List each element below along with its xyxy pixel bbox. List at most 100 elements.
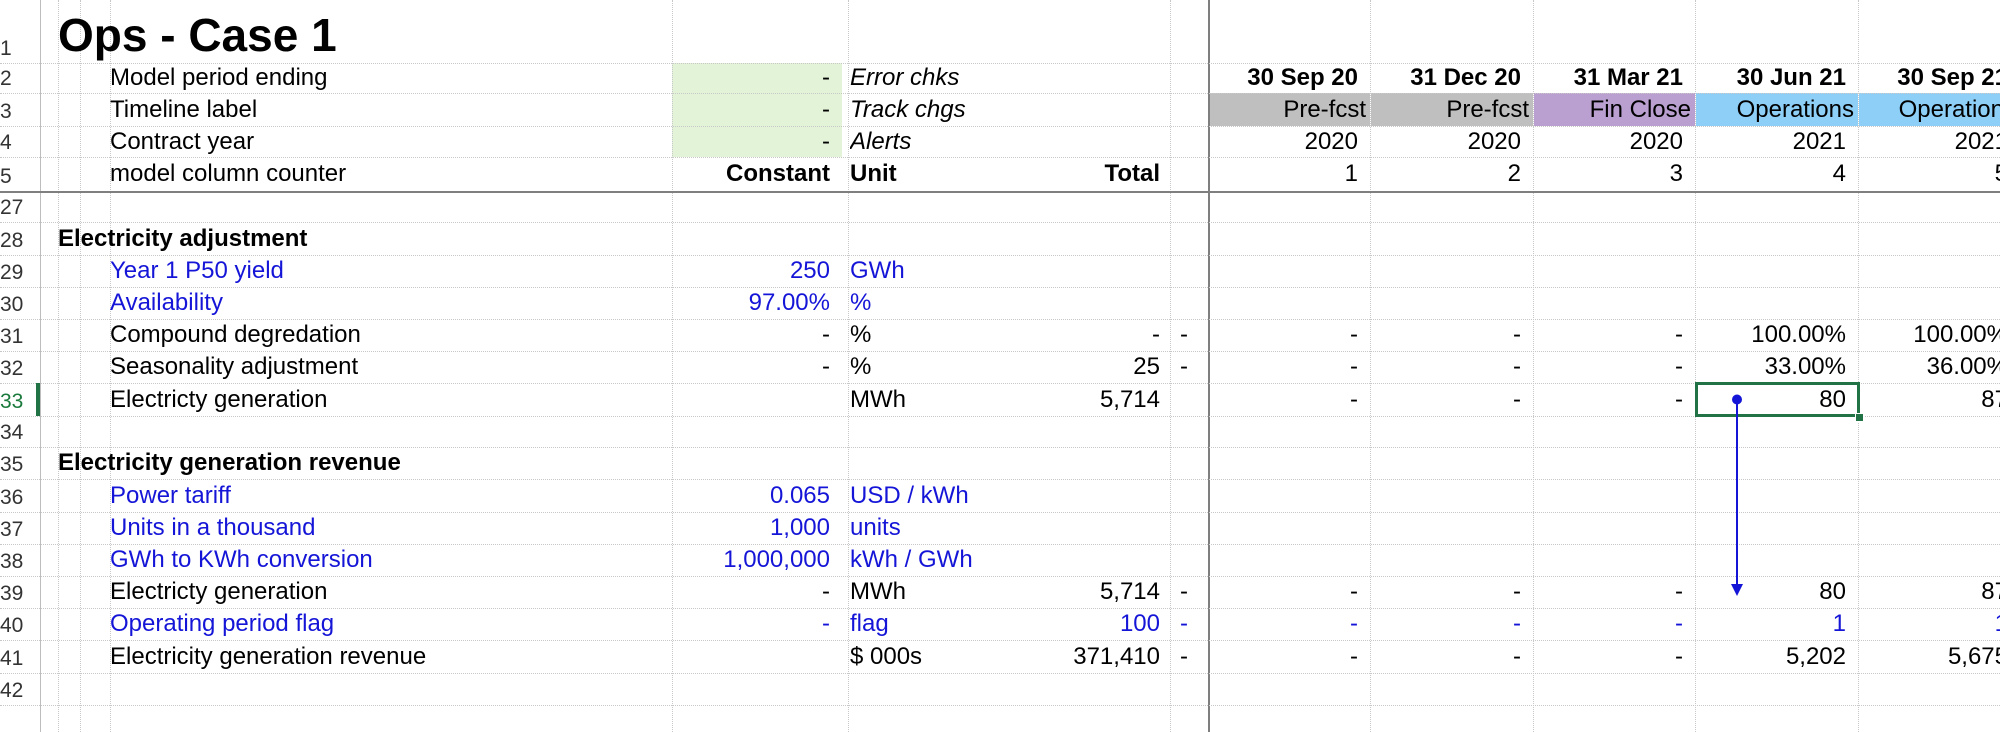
row-header[interactable]: 32	[0, 351, 40, 383]
model-period-ending-label[interactable]: Model period ending	[110, 63, 672, 93]
constant-value[interactable]: 250	[672, 255, 842, 287]
period-value[interactable]: -	[1370, 608, 1533, 640]
timeline-phase-label[interactable]: Fin Close	[1533, 93, 1695, 126]
section-heading-electricity-revenue[interactable]: Electricity generation revenue	[58, 447, 700, 479]
timeline-phase-label[interactable]: Pre-fcst	[1208, 93, 1370, 126]
timeline-phase-label[interactable]: Operations	[1695, 93, 1858, 126]
row-header[interactable]: 38	[0, 544, 40, 576]
period-value[interactable]: -	[1208, 351, 1370, 383]
constant-value[interactable]: -	[672, 608, 842, 640]
period-value[interactable]: -	[1208, 319, 1370, 351]
period-value[interactable]: -	[1533, 383, 1695, 416]
total-value[interactable]: 5,714	[1050, 576, 1170, 608]
timeline-label-label[interactable]: Timeline label	[110, 93, 672, 126]
period-value[interactable]: -	[1208, 383, 1370, 416]
unit-value[interactable]: kWh / GWh	[850, 544, 1170, 576]
period-date-header[interactable]: 30 Jun 21	[1695, 63, 1858, 93]
unit-value[interactable]: GWh	[850, 255, 1170, 287]
total-value[interactable]: 25	[1050, 351, 1170, 383]
constant-value[interactable]: 0.065	[672, 479, 842, 512]
contract-year-label[interactable]: Contract year	[110, 126, 672, 157]
header-dash-value[interactable]: -	[672, 126, 842, 157]
row-header[interactable]: 40	[0, 608, 40, 640]
constant-value[interactable]: 97.00%	[672, 287, 842, 319]
column-counter-value[interactable]: 1	[1208, 157, 1370, 191]
total-value[interactable]: 5,714	[1050, 383, 1170, 416]
period-value[interactable]: 1	[1858, 608, 2000, 640]
row-header[interactable]: 3	[0, 93, 40, 126]
row-label[interactable]: Compound degredation	[110, 319, 672, 351]
period-value[interactable]: -	[1370, 351, 1533, 383]
track-changes-label[interactable]: Track chgs	[850, 93, 1170, 126]
row-header[interactable]: 28	[0, 222, 40, 255]
constant-column-header[interactable]: Constant	[672, 157, 842, 191]
total-value[interactable]: -	[1050, 319, 1170, 351]
row-header[interactable]: 27	[0, 191, 40, 222]
period-value[interactable]: 36.00%	[1858, 351, 2000, 383]
contract-year-value[interactable]: 2020	[1533, 126, 1695, 157]
period-value[interactable]: -	[1208, 608, 1370, 640]
row-header[interactable]: 35	[0, 447, 40, 479]
row-header[interactable]: 37	[0, 512, 40, 544]
column-counter-value[interactable]: 4	[1695, 157, 1858, 191]
header-dash-value[interactable]: -	[672, 93, 842, 126]
total-value[interactable]: 100	[1050, 608, 1170, 640]
row-header[interactable]: 39	[0, 576, 40, 608]
constant-value[interactable]: -	[672, 576, 842, 608]
row-header[interactable]: 34	[0, 416, 40, 447]
selected-cell[interactable]	[1695, 382, 1860, 417]
row-label[interactable]: GWh to KWh conversion	[110, 544, 672, 576]
period-value[interactable]: -	[1533, 640, 1695, 673]
row-label[interactable]: Units in a thousand	[110, 512, 672, 544]
fill-handle[interactable]	[1855, 413, 1864, 422]
row-label[interactable]: Electricty generation	[110, 383, 672, 416]
row-header[interactable]: 41	[0, 640, 40, 673]
column-counter-value[interactable]: 5	[1858, 157, 2000, 191]
column-counter-value[interactable]: 2	[1370, 157, 1533, 191]
period-value[interactable]: 5,675	[1858, 640, 2000, 673]
alerts-label[interactable]: Alerts	[850, 126, 1170, 157]
constant-value[interactable]: -	[672, 319, 842, 351]
period-value[interactable]: 100.00%	[1695, 319, 1858, 351]
flag-value[interactable]: -	[1170, 640, 1208, 673]
row-label[interactable]: Availability	[110, 287, 672, 319]
period-value[interactable]: -	[1533, 351, 1695, 383]
contract-year-value[interactable]: 2021	[1858, 126, 2000, 157]
constant-value[interactable]: -	[672, 351, 842, 383]
timeline-phase-label[interactable]: Pre-fcst	[1370, 93, 1533, 126]
period-value[interactable]: -	[1208, 640, 1370, 673]
period-date-header[interactable]: 30 Sep 20	[1208, 63, 1370, 93]
period-value[interactable]: -	[1533, 576, 1695, 608]
contract-year-value[interactable]: 2020	[1208, 126, 1370, 157]
period-value[interactable]: 33.00%	[1695, 351, 1858, 383]
period-date-header[interactable]: 31 Mar 21	[1533, 63, 1695, 93]
row-label[interactable]: Year 1 P50 yield	[110, 255, 672, 287]
header-dash-value[interactable]: -	[672, 63, 842, 93]
total-value[interactable]: 371,410	[1050, 640, 1170, 673]
period-value[interactable]: -	[1370, 576, 1533, 608]
period-value[interactable]: 87	[1858, 576, 2000, 608]
row-label[interactable]: Electricty generation	[110, 576, 672, 608]
period-value[interactable]: -	[1370, 640, 1533, 673]
row-header[interactable]: 36	[0, 479, 40, 512]
row-header[interactable]: 2	[0, 63, 40, 93]
row-header[interactable]: 1	[0, 0, 40, 63]
row-label[interactable]: Operating period flag	[110, 608, 672, 640]
row-label[interactable]: Electricity generation revenue	[110, 640, 672, 673]
constant-value[interactable]: 1,000	[672, 512, 842, 544]
row-header[interactable]: 4	[0, 126, 40, 157]
period-value[interactable]: -	[1370, 383, 1533, 416]
period-value[interactable]: 5,202	[1695, 640, 1858, 673]
flag-value[interactable]: -	[1170, 351, 1208, 383]
contract-year-value[interactable]: 2020	[1370, 126, 1533, 157]
period-date-header[interactable]: 31 Dec 20	[1370, 63, 1533, 93]
row-label[interactable]: Seasonality adjustment	[110, 351, 672, 383]
period-value[interactable]: 80	[1695, 576, 1858, 608]
period-value[interactable]: 87	[1858, 383, 2000, 416]
row-header[interactable]: 31	[0, 319, 40, 351]
spreadsheet-grid[interactable]: 1 2 3 4 5 27 28 29 30 31 32 33 34 35 36 37 38 39 40 41 42 Ops…	[0, 0, 2000, 732]
flag-value[interactable]: -	[1170, 319, 1208, 351]
row-header[interactable]: 42	[0, 673, 40, 705]
flag-value[interactable]: -	[1170, 576, 1208, 608]
period-value[interactable]: 100.00%	[1858, 319, 2000, 351]
